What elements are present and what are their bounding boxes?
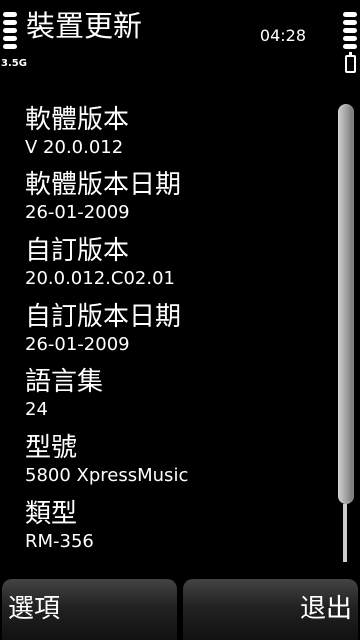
exit-softkey[interactable]: 退出 (183, 579, 358, 640)
info-label: 型號 (25, 433, 78, 463)
status-bar: 3.5G 裝置更新 04:28 (0, 0, 360, 84)
info-value: 5800 XpressMusic (25, 465, 189, 486)
device-info-list[interactable]: 軟體版本 V 20.0.012 軟體版本日期 26-01-2009 自訂版本 2… (0, 84, 360, 576)
info-value: 26-01-2009 (25, 202, 130, 223)
info-label: 軟體版本 (25, 105, 130, 135)
info-software-date: 軟體版本日期 26-01-2009 (25, 169, 181, 225)
info-value: 20.0.012.C02.01 (25, 268, 175, 289)
scrollbar-tail (343, 504, 347, 562)
network-type-label: 3.5G (1, 58, 27, 69)
info-value: V 20.0.012 (25, 137, 124, 158)
exit-label: 退出 (299, 594, 352, 624)
info-label: 軟體版本日期 (25, 170, 182, 200)
scrollbar-thumb[interactable] (338, 104, 354, 504)
info-custom-date: 自訂版本日期 26-01-2009 (25, 301, 181, 357)
info-type: 類型 RM-356 (25, 498, 94, 554)
info-value: 24 (25, 399, 48, 420)
info-label: 語言集 (25, 367, 104, 397)
info-software-version: 軟體版本 V 20.0.012 (25, 104, 129, 160)
clock: 04:28 (259, 26, 306, 45)
options-label: 選項 (8, 594, 61, 624)
info-label: 自訂版本日期 (25, 302, 182, 332)
info-language-set: 語言集 24 (25, 366, 103, 422)
softkey-bar: 選項 退出 (0, 579, 360, 640)
info-label: 類型 (25, 499, 78, 529)
info-model: 型號 5800 XpressMusic (25, 432, 188, 488)
info-value: RM-356 (25, 531, 94, 552)
info-custom-version: 自訂版本 20.0.012.C02.01 (25, 235, 175, 291)
page-title: 裝置更新 (26, 9, 143, 43)
signal-strength-icon (3, 12, 17, 52)
battery-level-icon (343, 12, 357, 52)
info-value: 26-01-2009 (25, 334, 130, 355)
battery-icon (345, 52, 356, 73)
info-label: 自訂版本 (25, 236, 130, 266)
options-softkey[interactable]: 選項 (2, 579, 177, 640)
